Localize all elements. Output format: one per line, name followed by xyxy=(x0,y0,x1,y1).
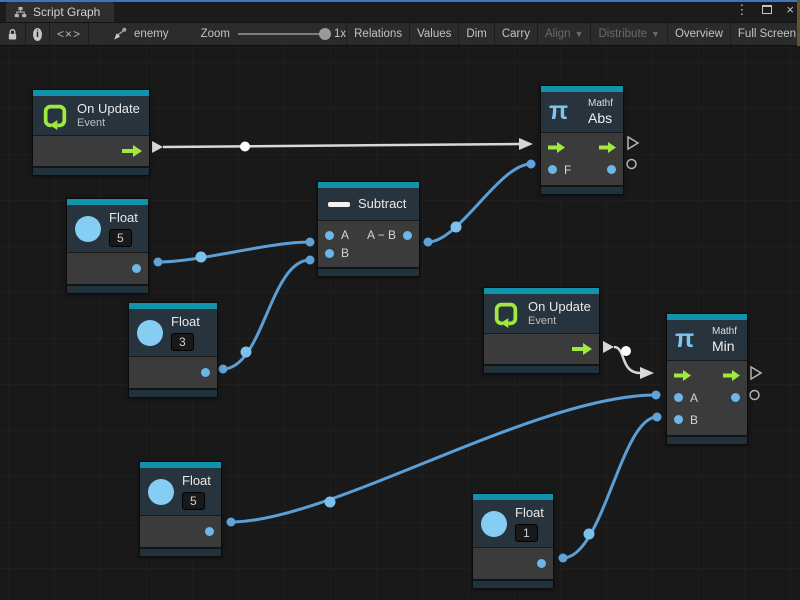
lock-icon xyxy=(7,28,18,41)
zoom-label: Zoom xyxy=(201,28,230,40)
maximize-icon[interactable] xyxy=(762,5,772,14)
port-label: F xyxy=(564,163,571,177)
info-button[interactable]: i xyxy=(26,23,50,45)
panel-menu-icon[interactable]: ⋮ xyxy=(735,3,748,16)
value-in-port-b[interactable] xyxy=(325,249,334,258)
zoom-value: 1x xyxy=(334,28,346,40)
subtract-icon xyxy=(328,202,350,207)
math-pi-icon: π xyxy=(675,327,694,352)
info-icon: i xyxy=(33,28,42,41)
node-title: On Update xyxy=(528,299,591,315)
tab-title: Script Graph xyxy=(33,5,100,19)
value-out-port[interactable] xyxy=(731,393,740,402)
chevron-down-icon: ▼ xyxy=(651,29,660,39)
value-out-port[interactable] xyxy=(537,559,546,568)
port-label: B xyxy=(341,246,349,260)
float-icon xyxy=(148,479,174,505)
float-icon xyxy=(481,511,507,537)
node-title: Min xyxy=(712,338,737,355)
distribute-dropdown[interactable]: Distribute▼ xyxy=(591,23,668,45)
relations-button[interactable]: Relations xyxy=(347,23,410,45)
node-subtitle: Event xyxy=(77,117,140,130)
value-in-port[interactable] xyxy=(548,165,557,174)
node-title: Abs xyxy=(588,110,613,127)
values-button[interactable]: Values xyxy=(410,23,459,45)
port-label: A − B xyxy=(367,228,396,242)
code-icon: <×> xyxy=(57,27,81,41)
tab-bar: Script Graph xyxy=(0,0,800,22)
loop-event-icon xyxy=(492,300,520,328)
float-value-field[interactable]: 3 xyxy=(171,333,194,351)
full-screen-button[interactable]: Full Screen xyxy=(731,23,800,45)
lock-button[interactable] xyxy=(0,23,26,45)
node-title: Float xyxy=(171,314,200,330)
graph-toolbar: i <×> enemy Zoom 1x Relations Values Dim… xyxy=(0,22,800,46)
float-value-field[interactable]: 5 xyxy=(182,492,205,510)
script-graph-window: On Update Event π Mathf Abs xyxy=(0,0,800,600)
node-subtitle: Event xyxy=(528,315,591,328)
graph-picker[interactable]: enemy xyxy=(89,23,179,45)
zoom-slider[interactable] xyxy=(238,33,326,35)
graph-name: enemy xyxy=(134,28,169,40)
node-mathf-min[interactable]: π Mathf Min A B xyxy=(666,313,748,445)
graph-pointer-icon xyxy=(113,27,127,41)
zoom-slider-handle[interactable] xyxy=(319,28,331,40)
value-out-port[interactable] xyxy=(205,527,214,536)
chevron-down-icon: ▼ xyxy=(575,29,584,39)
port-label: A xyxy=(341,228,349,242)
node-title: Float xyxy=(515,505,544,521)
node-float-3[interactable]: Float 3 xyxy=(128,302,218,398)
zoom-control: Zoom 1x xyxy=(201,23,347,45)
node-float-1[interactable]: Float 1 xyxy=(472,493,554,589)
overview-button[interactable]: Overview xyxy=(668,23,731,45)
dim-button[interactable]: Dim xyxy=(459,23,494,45)
value-out-port[interactable] xyxy=(132,264,141,273)
float-icon xyxy=(137,320,163,346)
node-title: Float xyxy=(182,473,211,489)
tab-script-graph[interactable]: Script Graph xyxy=(6,2,114,22)
value-out-port[interactable] xyxy=(607,165,616,174)
loop-event-icon xyxy=(41,102,69,130)
value-in-port-b[interactable] xyxy=(674,415,683,424)
node-title: Subtract xyxy=(358,196,406,212)
toolbar-buttons: Relations Values Dim Carry Align▼ Distri… xyxy=(346,23,800,45)
node-category: Mathf xyxy=(588,97,613,110)
exec-in-port[interactable] xyxy=(674,370,691,381)
node-float-5-bottom[interactable]: Float 5 xyxy=(139,461,222,557)
math-pi-icon: π xyxy=(549,99,568,124)
exec-out-port[interactable] xyxy=(723,370,740,381)
focus-highlight-line xyxy=(0,0,800,2)
node-title: On Update xyxy=(77,101,140,117)
float-icon xyxy=(75,216,101,242)
value-in-port-a[interactable] xyxy=(674,393,683,402)
float-value-field[interactable]: 1 xyxy=(515,524,538,542)
code-preview-button[interactable]: <×> xyxy=(50,23,89,45)
node-category: Mathf xyxy=(712,325,737,338)
node-on-update-1[interactable]: On Update Event xyxy=(32,89,150,176)
exec-out-port[interactable] xyxy=(572,343,592,355)
close-icon[interactable]: × xyxy=(786,3,794,16)
float-value-field[interactable]: 5 xyxy=(109,229,132,247)
port-label: A xyxy=(690,391,698,405)
exec-in-port[interactable] xyxy=(548,142,565,153)
exec-out-port[interactable] xyxy=(599,142,616,153)
value-out-port[interactable] xyxy=(201,368,210,377)
graph-tab-icon xyxy=(14,6,27,19)
node-mathf-abs[interactable]: π Mathf Abs F xyxy=(540,85,624,195)
port-label: B xyxy=(690,413,698,427)
node-on-update-2[interactable]: On Update Event xyxy=(483,287,600,374)
carry-button[interactable]: Carry xyxy=(495,23,538,45)
value-out-port[interactable] xyxy=(403,231,412,240)
exec-out-port[interactable] xyxy=(122,145,142,157)
node-title: Float xyxy=(109,210,138,226)
value-in-port-a[interactable] xyxy=(325,231,334,240)
node-subtract[interactable]: Subtract A A − B B xyxy=(317,181,420,277)
align-dropdown[interactable]: Align▼ xyxy=(538,23,592,45)
node-float-5-top[interactable]: Float 5 xyxy=(66,198,149,294)
